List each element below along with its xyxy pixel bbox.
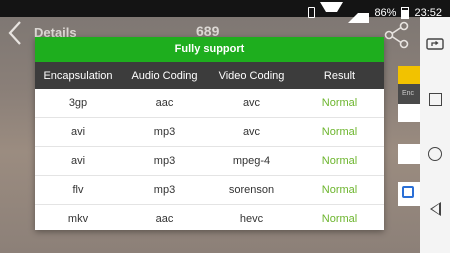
table-row: avi mp3 mpeg-4 Normal [35, 147, 384, 176]
cell-video: avc [242, 126, 261, 138]
nav-back-button[interactable] [420, 194, 450, 224]
cell-encapsulation: avi [70, 126, 86, 138]
table-row: mkv aac hevc Normal [35, 205, 384, 233]
cell-encapsulation: 3gp [68, 97, 88, 109]
recent-apps-icon [428, 92, 442, 106]
back-icon [429, 202, 441, 216]
background-tab-marker [398, 66, 420, 84]
column-header-encapsulation: Encapsulation [43, 69, 113, 82]
cell-audio: aac [155, 97, 174, 109]
cell-audio: mp3 [153, 184, 176, 196]
cell-video: mpeg-4 [232, 155, 271, 167]
rotate-screen-button[interactable] [420, 29, 450, 59]
cell-audio: mp3 [153, 126, 176, 138]
background-row [398, 104, 420, 122]
cell-encapsulation: avi [70, 155, 86, 167]
chip-icon [402, 186, 414, 198]
navigation-bar [420, 17, 450, 253]
recent-apps-button[interactable] [420, 84, 450, 114]
cell-audio: aac [155, 213, 174, 225]
column-header-result: Result [323, 69, 356, 82]
table-header: Encapsulation Audio Coding Video Coding … [35, 62, 384, 89]
support-dialog: Fully support Encapsulation Audio Coding… [35, 37, 384, 230]
table-row: avi mp3 avc Normal [35, 118, 384, 147]
column-header-video-coding: Video Coding [218, 69, 285, 82]
home-icon [428, 147, 442, 161]
rotate-screen-icon [426, 38, 444, 50]
cell-result: Normal [321, 97, 358, 109]
share-icon[interactable] [382, 20, 412, 50]
cell-video: sorenson [228, 184, 275, 196]
back-icon[interactable] [6, 19, 24, 47]
cell-audio: mp3 [153, 155, 176, 167]
background-row [398, 182, 420, 206]
table-row: flv mp3 sorenson Normal [35, 176, 384, 205]
cell-encapsulation: mkv [67, 213, 89, 225]
cell-result: Normal [321, 126, 358, 138]
cell-result: Normal [321, 213, 358, 225]
cell-video: avc [242, 97, 261, 109]
cell-result: Normal [321, 155, 358, 167]
home-button[interactable] [420, 139, 450, 169]
background-column-header: Enc [398, 84, 420, 104]
background-row [398, 144, 420, 164]
dialog-header: Fully support [35, 37, 384, 62]
status-bar: 86% 23:52 [0, 0, 450, 23]
cell-result: Normal [321, 184, 358, 196]
column-header-audio-coding: Audio Coding [131, 69, 198, 82]
table-row: 3gp aac avc Normal [35, 89, 384, 118]
cell-encapsulation: flv [72, 184, 84, 196]
cell-video: hevc [239, 213, 264, 225]
